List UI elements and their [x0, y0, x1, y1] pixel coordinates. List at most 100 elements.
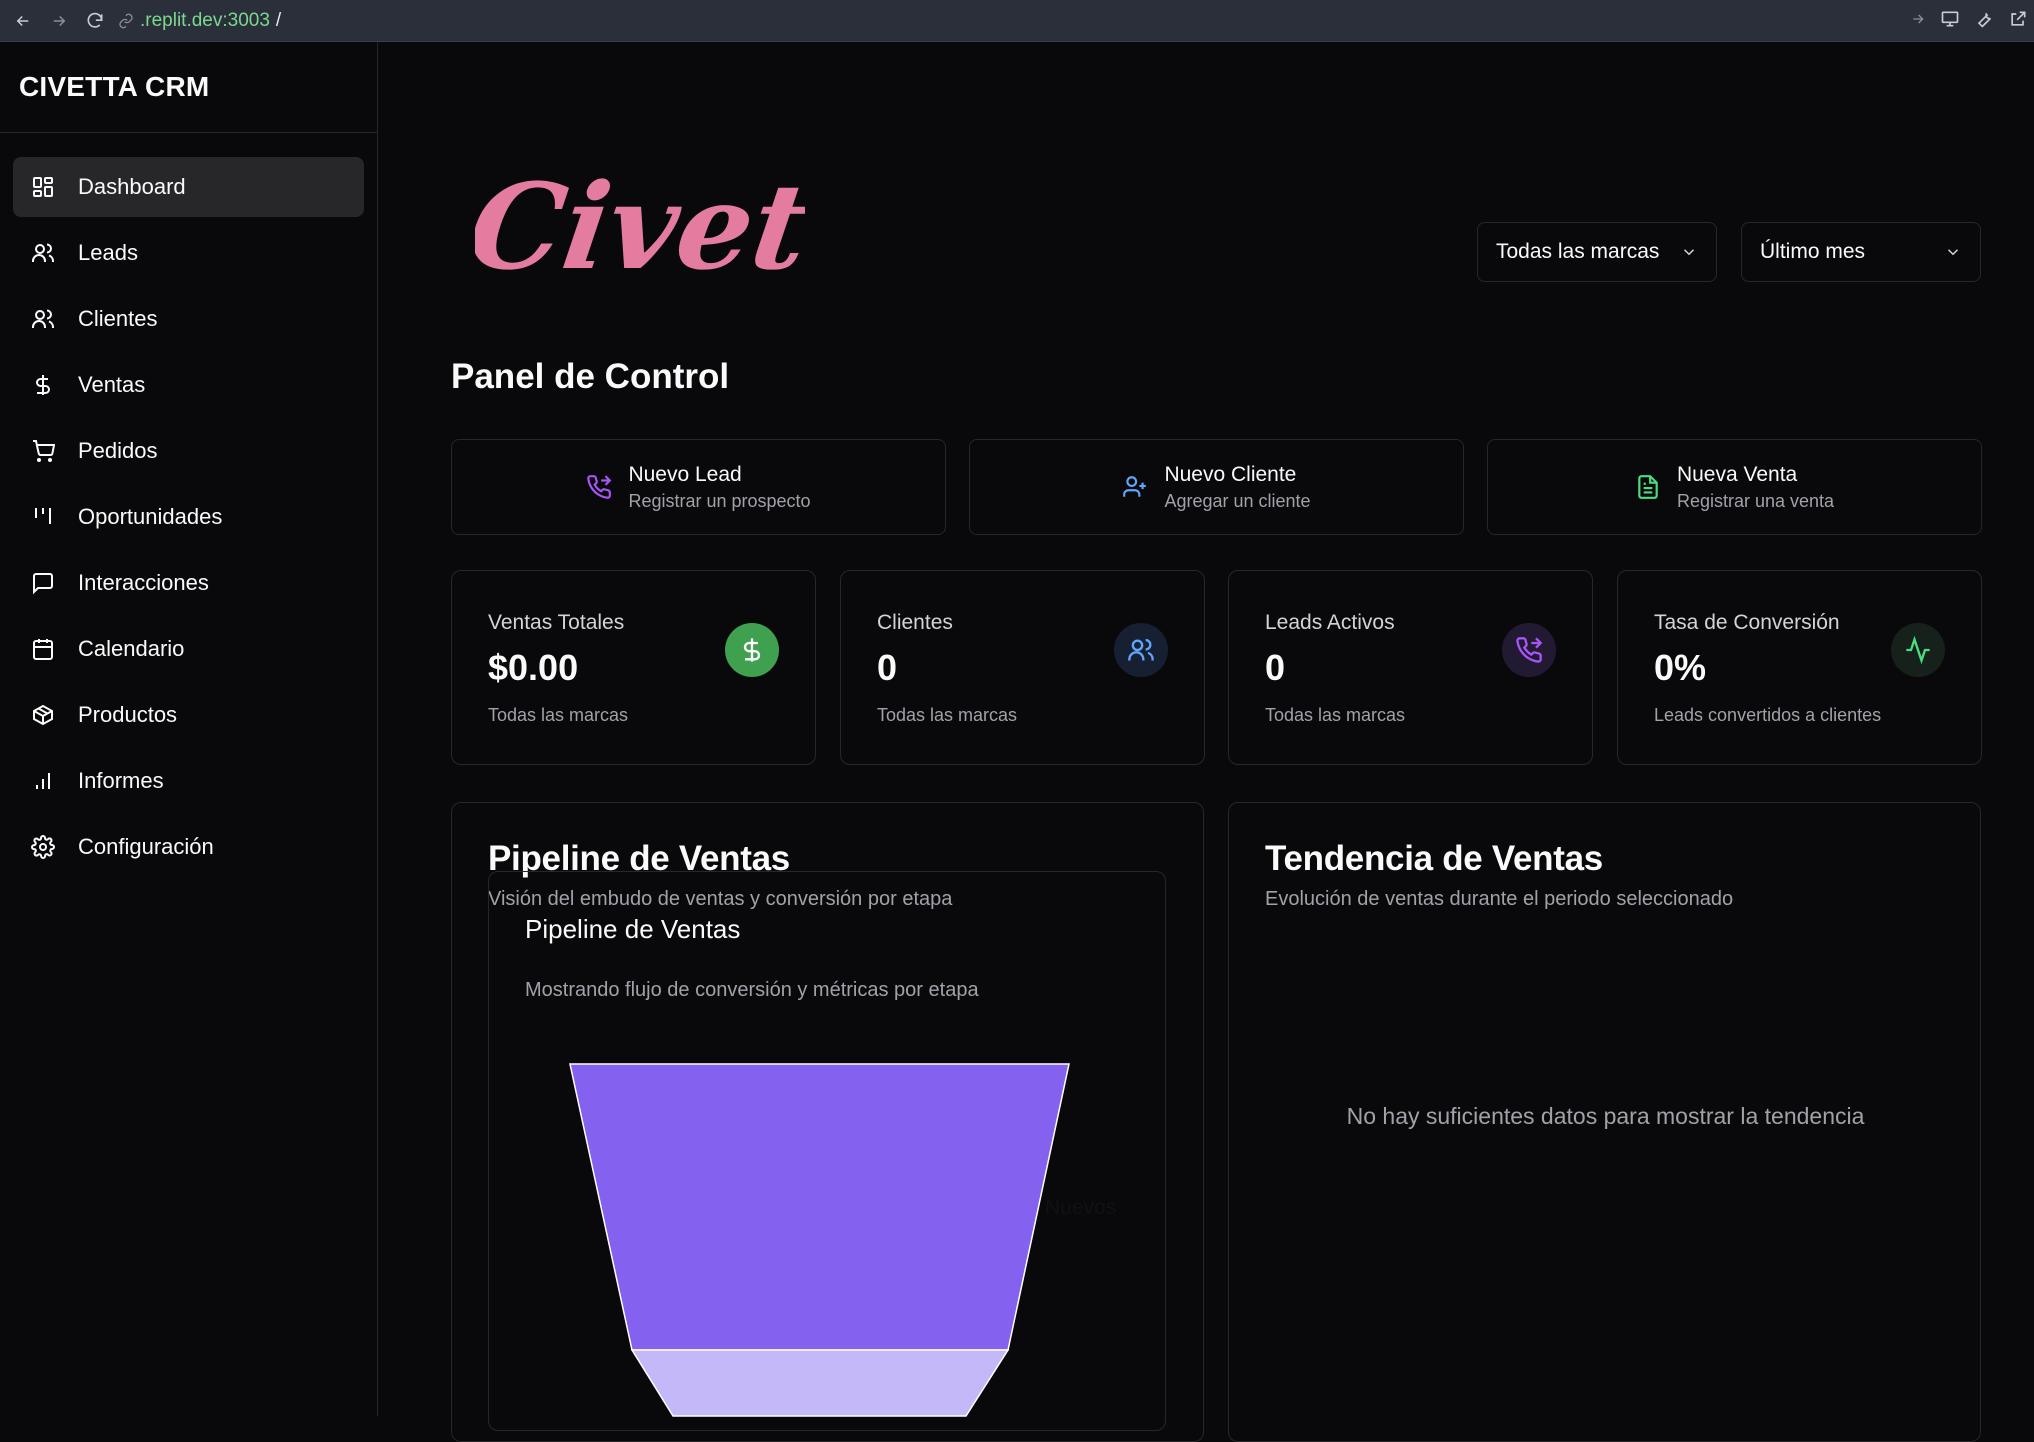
pipeline-funnel: [569, 1063, 1070, 1417]
trend-subtitle: Evolución de ventas durante el periodo s…: [1265, 888, 1734, 910]
brand-filter-value: Todas las marcas: [1496, 240, 1660, 263]
activity-icon: [1891, 623, 1945, 677]
trend-title: Tendencia de Ventas: [1265, 839, 1603, 878]
sidebar-item-label: Interacciones: [78, 570, 209, 595]
user-plus-icon: [1123, 476, 1147, 497]
brand-filter-select[interactable]: Todas las marcas: [1477, 222, 1717, 282]
gear-icon: [31, 835, 55, 859]
dollar-icon: [725, 623, 779, 677]
stat-value: $0.00: [488, 647, 579, 688]
stat-label: Leads Activos: [1265, 611, 1395, 634]
sidebar-item-configuracion[interactable]: Configuración: [13, 817, 364, 877]
stat-label: Tasa de Conversión: [1654, 611, 1840, 634]
sidebar: CIVETTA CRM Dashboard Leads Clientes Ven…: [0, 42, 378, 1416]
sidebar-item-leads[interactable]: Leads: [13, 223, 364, 283]
funnel-stage-nuevos[interactable]: [569, 1063, 1070, 1351]
external-icon[interactable]: [2008, 9, 2028, 34]
file-text-icon: [1638, 475, 1658, 499]
trend-card: Tendencia de Ventas Evolución de ventas …: [1228, 802, 1981, 1442]
kanban-icon: [35, 508, 51, 524]
dashboard-icon: [33, 177, 53, 197]
phone-forward-icon: [1502, 623, 1556, 677]
users-icon: [1114, 623, 1168, 677]
url-path: /: [275, 9, 282, 31]
quick-action-subtitle: Agregar un cliente: [1164, 490, 1311, 511]
logo-text: Civetta: [475, 158, 805, 296]
chevron-down-icon: [1683, 249, 1695, 256]
reload-icon[interactable]: [82, 8, 108, 34]
quick-action-subtitle: Registrar un prospecto: [628, 490, 811, 511]
url-host: .replit.dev:3003: [140, 9, 270, 31]
stat-card-leads-activos: Leads Activos 0 Todas las marcas: [1228, 570, 1593, 765]
go-icon[interactable]: [1910, 11, 1926, 32]
period-filter-value: Último mes: [1760, 240, 1866, 263]
civetta-logo: Civetta: [475, 158, 805, 296]
link-icon: [119, 13, 133, 28]
stat-subtitle: Todas las marcas: [877, 705, 1018, 725]
dollar-icon: [36, 375, 50, 395]
sidebar-item-label: Calendario: [78, 636, 185, 661]
sidebar-item-informes[interactable]: Informes: [13, 751, 364, 811]
desktop-icon[interactable]: [1940, 9, 1960, 34]
quick-action-subtitle: Registrar una venta: [1676, 490, 1835, 511]
stat-card-tasa-conversion: Tasa de Conversión 0% Leads convertidos …: [1617, 570, 1982, 765]
new-sale-button[interactable]: Nueva Venta Registrar una venta: [1487, 439, 1982, 535]
sidebar-item-oportunidades[interactable]: Oportunidades: [13, 487, 364, 547]
users-icon: [32, 243, 54, 262]
package-icon: [33, 704, 53, 726]
sidebar-item-ventas[interactable]: Ventas: [13, 355, 364, 415]
period-filter-select[interactable]: Último mes: [1741, 222, 1981, 282]
sidebar-item-dashboard[interactable]: Dashboard: [13, 157, 364, 217]
sidebar-item-label: Informes: [78, 768, 164, 793]
phone-forward-icon: [587, 475, 612, 499]
pipeline-chart-subtitle: Mostrando flujo de conversión y métricas…: [525, 979, 979, 1001]
funnel-stage-label: Nuevos: [1045, 1196, 1117, 1219]
pipeline-chart-title: Pipeline de Ventas: [525, 914, 741, 944]
chevron-down-icon: [1947, 249, 1959, 256]
sidebar-item-label: Productos: [78, 702, 178, 727]
sidebar-item-label: Configuración: [78, 834, 214, 859]
sidebar-item-label: Clientes: [78, 306, 158, 331]
sidebar-item-label: Oportunidades: [78, 504, 223, 529]
users-icon: [32, 309, 54, 328]
trend-empty-message: No hay suficientes datos para mostrar la…: [1346, 1103, 1865, 1129]
stat-value: 0%: [1654, 647, 1707, 688]
sidebar-item-calendario[interactable]: Calendario: [13, 619, 364, 679]
sidebar-item-label: Leads: [78, 240, 138, 265]
brand-title: CIVETTA CRM: [0, 42, 377, 133]
stat-label: Clientes: [877, 611, 953, 634]
browser-toolbar: .replit.dev:3003/: [0, 0, 2034, 42]
stat-value: 0: [877, 647, 898, 688]
sidebar-nav: Dashboard Leads Clientes Ventas Pedidos …: [0, 133, 377, 877]
sidebar-item-label: Pedidos: [78, 438, 158, 463]
cart-icon: [33, 440, 55, 462]
stat-value: 0: [1265, 647, 1286, 688]
funnel-stage-2[interactable]: [630, 1349, 1010, 1417]
new-lead-button[interactable]: Nuevo Lead Registrar un prospecto: [451, 439, 946, 535]
forward-icon[interactable]: [46, 8, 72, 34]
sidebar-item-label: Ventas: [78, 372, 146, 397]
sidebar-item-label: Dashboard: [78, 174, 186, 199]
sidebar-item-pedidos[interactable]: Pedidos: [13, 421, 364, 481]
calendar-icon: [33, 639, 53, 660]
sidebar-item-clientes[interactable]: Clientes: [13, 289, 364, 349]
stat-subtitle: Todas las marcas: [1265, 705, 1406, 725]
back-icon[interactable]: [10, 8, 36, 34]
stat-card-clientes: Clientes 0 Todas las marcas: [840, 570, 1205, 765]
quick-action-title: Nuevo Cliente: [1164, 462, 1297, 486]
sidebar-item-productos[interactable]: Productos: [13, 685, 364, 745]
stat-subtitle: Todas las marcas: [488, 705, 629, 725]
wrench-icon[interactable]: [1974, 9, 1994, 34]
browser-actions: [1910, 0, 2034, 42]
stat-card-ventas-totales: Ventas Totales $0.00 Todas las marcas: [451, 570, 816, 765]
new-client-button[interactable]: Nuevo Cliente Agregar un cliente: [969, 439, 1464, 535]
stat-label: Ventas Totales: [488, 611, 625, 634]
bar-chart-icon: [36, 773, 50, 789]
quick-action-title: Nuevo Lead: [628, 462, 742, 486]
page-title: Panel de Control: [451, 357, 730, 396]
address-bar[interactable]: .replit.dev:3003/: [118, 6, 281, 36]
stat-subtitle: Leads convertidos a clientes: [1654, 705, 1882, 725]
message-icon: [33, 573, 53, 595]
sidebar-item-interacciones[interactable]: Interacciones: [13, 553, 364, 613]
quick-action-title: Nueva Venta: [1676, 462, 1798, 486]
